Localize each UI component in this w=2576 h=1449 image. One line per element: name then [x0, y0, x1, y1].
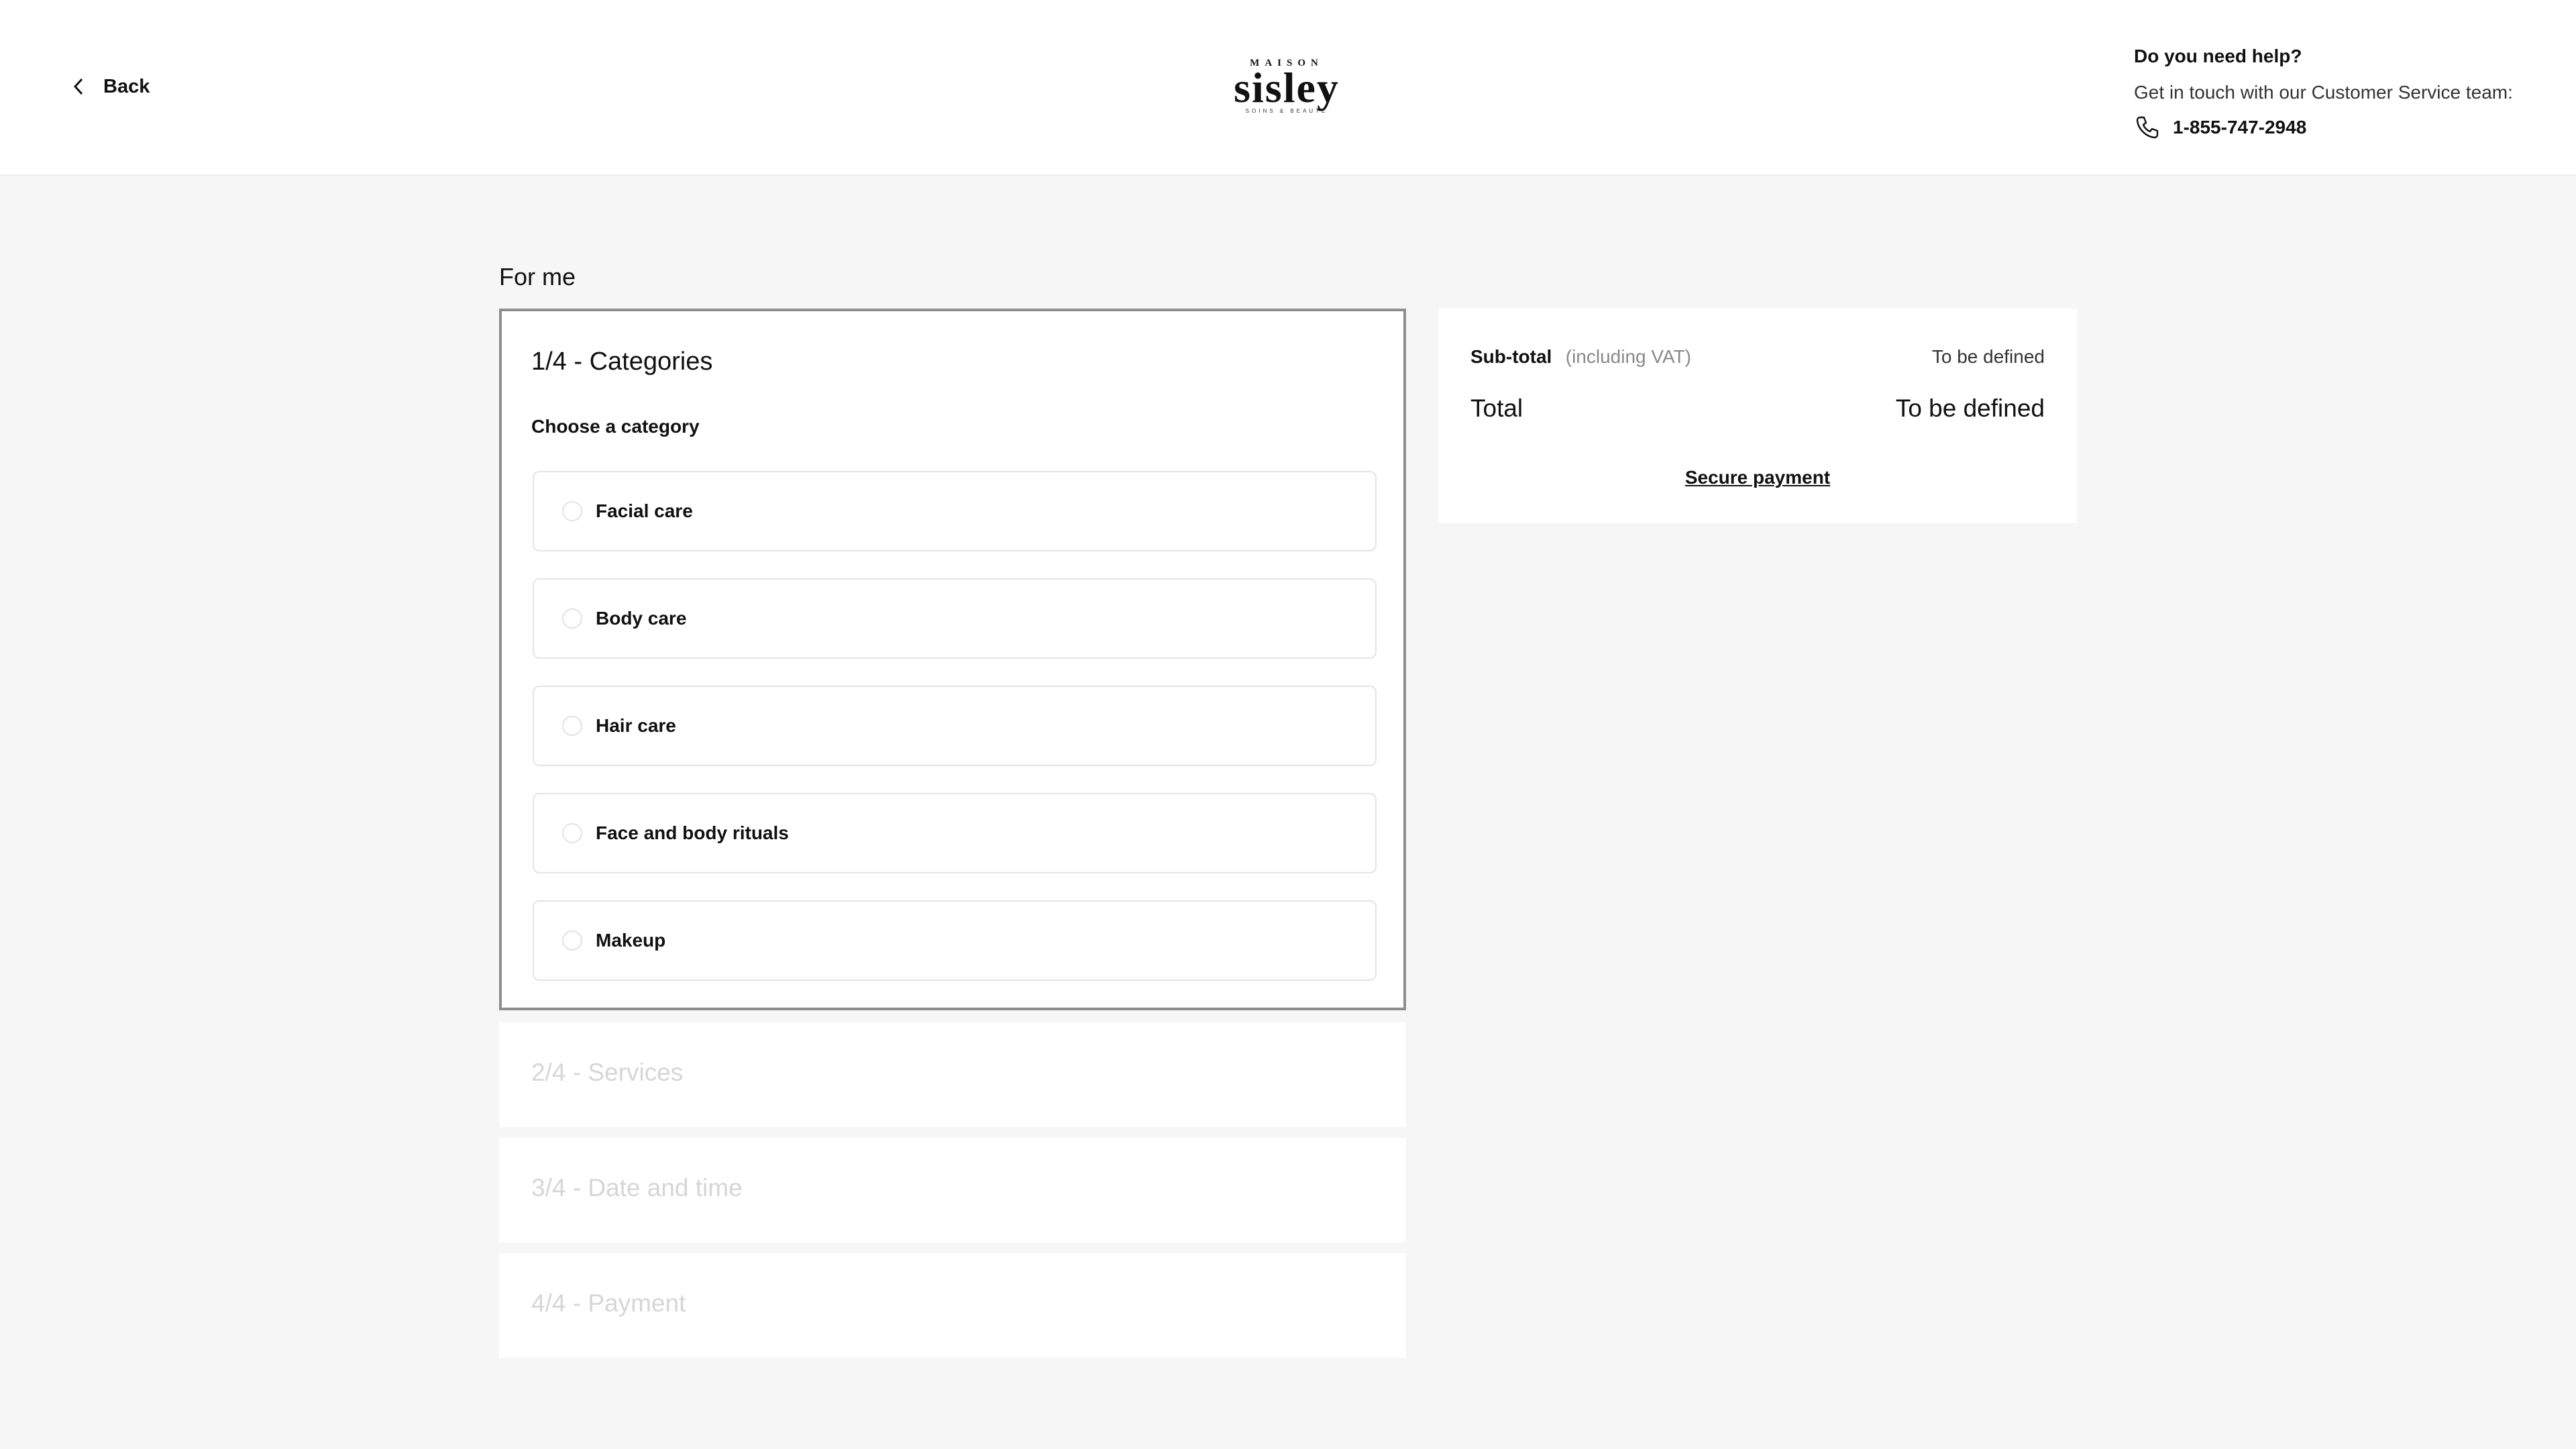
step-services-panel[interactable]: 2/4 - Services [499, 1022, 1406, 1127]
step-categories-panel: 1/4 - Categories Choose a category Facia… [499, 309, 1406, 1010]
radio-button[interactable] [562, 608, 582, 629]
category-options: Facial care Body care Hair care Face and… [533, 471, 1377, 1008]
subtotal-note: (including VAT) [1565, 346, 1692, 367]
option-label: Hair care [596, 715, 676, 736]
subtotal-value: To be defined [1931, 346, 2045, 367]
radio-button[interactable] [562, 823, 582, 843]
recipient-label: For me [499, 263, 576, 290]
secure-payment-row: Secure payment [1438, 467, 2077, 488]
subtotal-row: Sub-total (including VAT) To be defined [1470, 346, 2045, 368]
radio-button[interactable] [562, 501, 582, 521]
radio-button[interactable] [562, 930, 582, 951]
option-label: Face and body rituals [596, 822, 789, 843]
total-label: Total [1470, 394, 1523, 422]
category-option-makeup[interactable]: Makeup [533, 900, 1377, 981]
phone-link[interactable]: 1-855-747-2948 [2134, 114, 2513, 141]
step-payment-panel[interactable]: 4/4 - Payment [499, 1253, 1406, 1358]
phone-number: 1-855-747-2948 [2173, 117, 2307, 138]
phone-icon [2136, 116, 2159, 139]
back-button[interactable]: Back [70, 75, 150, 98]
subtotal-label: Sub-total [1470, 346, 1552, 367]
total-row: Total To be defined [1470, 394, 2045, 423]
order-summary: Sub-total (including VAT) To be defined … [1438, 309, 2077, 523]
category-option-facial-care[interactable]: Facial care [533, 471, 1377, 551]
site-header: Back MAISON sisley SOINS & BEAUTÉ Do you… [0, 0, 2576, 176]
step-title: 1/4 - Categories [531, 347, 713, 376]
step-title: 4/4 - Payment [531, 1289, 686, 1317]
help-title: Do you need help? [2134, 46, 2302, 66]
category-option-hair-care[interactable]: Hair care [533, 686, 1377, 766]
option-label: Facial care [596, 500, 693, 521]
chevron-left-icon [73, 78, 83, 95]
back-label: Back [103, 75, 150, 97]
help-text: Get in touch with our Customer Service t… [2134, 82, 2513, 103]
option-label: Makeup [596, 930, 666, 951]
total-value: To be defined [1895, 394, 2045, 422]
logo-sub-text: SOINS & BEAUTÉ [1245, 108, 1328, 114]
help-block: Do you need help? Get in touch with our … [2134, 46, 2513, 141]
step-title: 2/4 - Services [531, 1059, 684, 1086]
option-label: Body care [596, 608, 687, 629]
radio-button[interactable] [562, 716, 582, 736]
brand-logo[interactable]: MAISON sisley SOINS & BEAUTÉ [1226, 58, 1347, 119]
category-prompt: Choose a category [531, 416, 700, 437]
category-option-face-body-rituals[interactable]: Face and body rituals [533, 793, 1377, 873]
secure-payment-link[interactable]: Secure payment [1685, 467, 1830, 488]
step-date-time-panel[interactable]: 3/4 - Date and time [499, 1138, 1406, 1242]
logo-main-text: sisley [1234, 64, 1340, 111]
step-title: 3/4 - Date and time [531, 1174, 743, 1201]
category-option-body-care[interactable]: Body care [533, 578, 1377, 659]
